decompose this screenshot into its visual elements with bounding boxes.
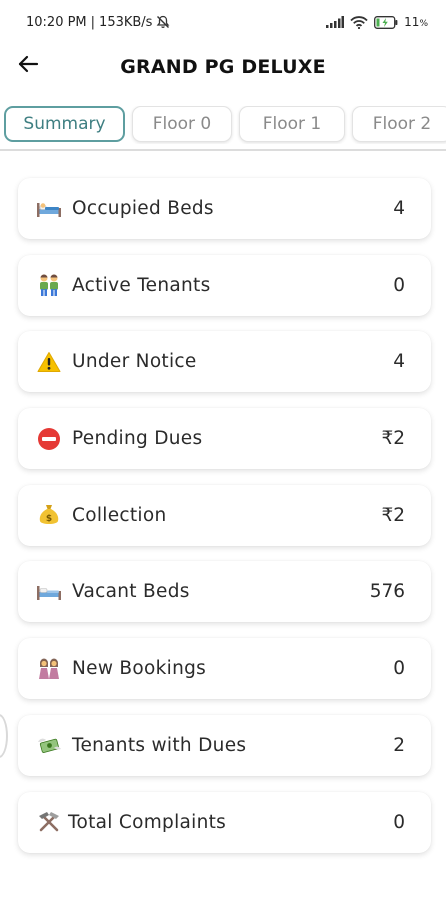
wifi-icon bbox=[350, 15, 368, 29]
money-wings-icon bbox=[36, 732, 62, 758]
muted-bell-icon bbox=[156, 15, 170, 29]
women-icon bbox=[36, 656, 62, 682]
status-separator: | bbox=[90, 14, 96, 30]
status-bar: 10:20 PM | 153KB/s 11% bbox=[0, 0, 446, 44]
tools-icon bbox=[36, 809, 62, 835]
card-occupied-beds[interactable]: Occupied Beds 4 bbox=[18, 178, 431, 239]
battery-percent: 11% bbox=[404, 15, 428, 29]
status-left: 10:20 PM | 153KB/s bbox=[26, 15, 170, 30]
card-label: Vacant Beds bbox=[72, 581, 190, 603]
tab-summary[interactable]: Summary bbox=[4, 106, 125, 142]
signal-icon bbox=[326, 16, 345, 28]
people-icon bbox=[36, 272, 62, 298]
card-value: 2 bbox=[393, 734, 405, 756]
card-tenants-with-dues[interactable]: Tenants with Dues 2 bbox=[18, 714, 431, 776]
card-vacant-beds[interactable]: Vacant Beds 576 bbox=[18, 561, 431, 623]
card-value: 4 bbox=[393, 351, 405, 373]
page-title: GRAND PG DELUXE bbox=[120, 56, 326, 78]
card-label: Active Tenants bbox=[72, 274, 211, 296]
floor-tabs: Summary Floor 0 Floor 1 Floor 2 bbox=[0, 106, 446, 144]
card-label: Collection bbox=[72, 504, 167, 526]
card-value: 0 bbox=[393, 811, 405, 833]
card-value: ₹2 bbox=[381, 428, 405, 450]
status-right: 11% bbox=[326, 15, 428, 29]
card-active-tenants[interactable]: Active Tenants 0 bbox=[18, 254, 431, 316]
back-arrow-icon bbox=[17, 55, 39, 77]
card-under-notice[interactable]: Under Notice 4 bbox=[18, 331, 431, 393]
no-entry-icon bbox=[36, 426, 62, 452]
back-button[interactable] bbox=[14, 52, 42, 80]
app-header: GRAND PG DELUXE bbox=[0, 44, 446, 90]
card-value: 0 bbox=[393, 274, 405, 296]
card-label: Under Notice bbox=[72, 351, 197, 373]
warning-icon bbox=[36, 349, 62, 375]
card-total-complaints[interactable]: Total Complaints 0 bbox=[18, 791, 431, 853]
card-value: ₹2 bbox=[381, 504, 405, 526]
card-value: 4 bbox=[393, 198, 405, 219]
card-value: 576 bbox=[369, 581, 405, 603]
card-label: Total Complaints bbox=[68, 811, 227, 833]
card-collection[interactable]: $ Collection ₹2 bbox=[18, 484, 431, 546]
status-time: 10:20 PM bbox=[26, 14, 87, 30]
battery-charging-icon bbox=[374, 15, 398, 29]
bed-icon bbox=[36, 196, 62, 222]
tab-floor-0[interactable]: Floor 0 bbox=[132, 106, 232, 142]
edge-swipe-handle[interactable] bbox=[0, 714, 8, 758]
status-speed: 153KB/s bbox=[99, 14, 153, 30]
tabs-divider bbox=[0, 149, 446, 151]
bed-icon bbox=[36, 579, 62, 605]
card-label: New Bookings bbox=[72, 658, 207, 680]
card-pending-dues[interactable]: Pending Dues ₹2 bbox=[18, 408, 431, 470]
tab-floor-2[interactable]: Floor 2 bbox=[352, 106, 446, 142]
card-label: Occupied Beds bbox=[72, 198, 214, 219]
svg-text:$: $ bbox=[46, 514, 52, 524]
card-label: Pending Dues bbox=[72, 428, 203, 450]
card-value: 0 bbox=[393, 658, 405, 680]
money-bag-icon: $ bbox=[36, 502, 62, 528]
card-label: Tenants with Dues bbox=[72, 734, 247, 756]
summary-cards: Occupied Beds 4 Active Tenants 0 Under N… bbox=[18, 178, 431, 853]
card-new-bookings[interactable]: New Bookings 0 bbox=[18, 638, 431, 700]
tab-floor-1[interactable]: Floor 1 bbox=[239, 106, 345, 142]
